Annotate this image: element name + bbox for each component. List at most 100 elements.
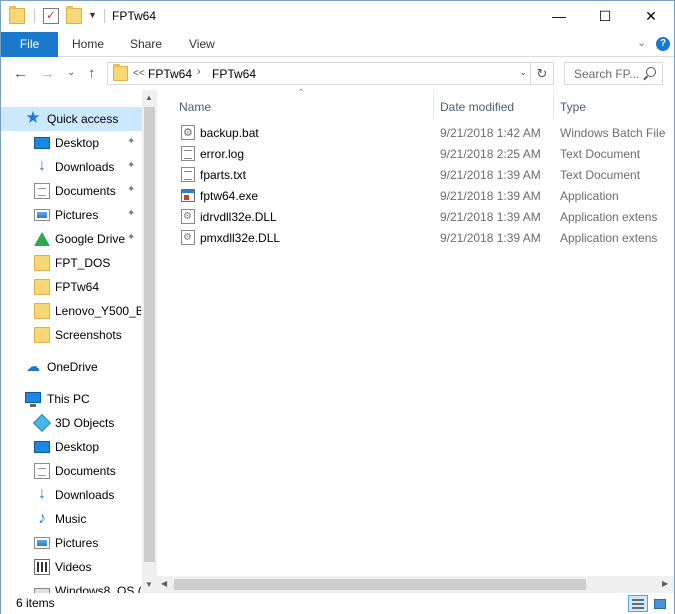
nav-item-music[interactable]: ♪ Music (1, 507, 142, 531)
folder-icon (34, 279, 50, 295)
forward-button[interactable]: → (40, 65, 55, 82)
nav-item-fpt-dos[interactable]: FPT_DOS (1, 251, 142, 275)
nav-label: Downloads (55, 160, 115, 174)
pictures-icon (34, 537, 50, 549)
large-icons-view-button[interactable] (650, 595, 670, 612)
scroll-up-arrow-icon[interactable]: ▲ (145, 93, 153, 102)
customize-toolbar-dropdown[interactable]: ▼ (88, 10, 97, 20)
file-date: 9/21/2018 1:39 AM (440, 231, 541, 245)
properties-icon[interactable] (43, 8, 59, 24)
scrollbar-thumb[interactable] (174, 579, 586, 590)
cloud-icon: ☁ (26, 358, 40, 374)
nav-label: Windows8_OS (C (55, 584, 141, 593)
nav-item-screenshots[interactable]: Screenshots (1, 323, 142, 347)
folder-icon (113, 64, 128, 81)
nav-item-desktop[interactable]: Desktop ✦ (1, 131, 142, 155)
nav-item-pc-desktop[interactable]: Desktop (1, 435, 142, 459)
folder-icon (9, 6, 25, 24)
file-list: ⌃ Name Date modified Type backup.bat 9/2… (157, 88, 674, 593)
recent-locations-dropdown[interactable]: ⌄ (67, 67, 75, 78)
file-row[interactable]: fptw64.exe 9/21/2018 1:39 AM Application (177, 185, 672, 206)
column-header-date-modified[interactable]: Date modified (440, 95, 514, 119)
nav-label: Screenshots (55, 328, 122, 342)
minimize-button[interactable]: — (536, 1, 582, 31)
nav-item-pc-pictures[interactable]: Pictures (1, 531, 142, 555)
file-type: Windows Batch File (560, 126, 666, 140)
chevron-right-icon[interactable]: › (197, 66, 201, 78)
nav-item-pictures[interactable]: Pictures ✦ (1, 203, 142, 227)
tab-view[interactable]: View (189, 32, 215, 57)
nav-onedrive[interactable]: ☁ OneDrive (1, 355, 142, 379)
nav-item-videos[interactable]: Videos (1, 555, 142, 579)
exe-file-icon (181, 189, 195, 202)
column-divider[interactable] (433, 93, 434, 119)
scroll-down-arrow-icon[interactable]: ▼ (145, 580, 153, 589)
nav-item-google-drive[interactable]: Google Drive ✦ (1, 227, 142, 251)
address-overflow[interactable]: << (133, 68, 145, 79)
column-header-name[interactable]: Name (179, 95, 211, 119)
horizontal-scrollbar[interactable]: ◀ ▶ (157, 576, 674, 593)
desktop-icon (34, 137, 50, 149)
scroll-right-arrow-icon[interactable]: ▶ (662, 579, 668, 588)
nav-this-pc[interactable]: This PC (1, 387, 142, 411)
nav-quick-access[interactable]: ★ Quick access (1, 107, 142, 131)
nav-item-windows-drive[interactable]: Windows8_OS (C (1, 579, 142, 593)
nav-item-fptw64[interactable]: FPTw64 (1, 275, 142, 299)
folder-icon (34, 303, 50, 319)
nav-item-pc-documents[interactable]: Documents (1, 459, 142, 483)
search-icon[interactable] (646, 67, 656, 77)
back-button[interactable]: ← (13, 65, 28, 82)
column-divider[interactable] (553, 93, 554, 119)
music-note-icon: ♪ (38, 510, 46, 527)
file-row[interactable]: pmxdll32e.DLL 9/21/2018 1:39 AM Applicat… (177, 227, 672, 248)
file-row[interactable]: idrvdll32e.DLL 9/21/2018 1:39 AM Applica… (177, 206, 672, 227)
column-header-type[interactable]: Type (560, 95, 586, 119)
3d-objects-icon (32, 413, 52, 433)
close-button[interactable]: ✕ (628, 1, 674, 31)
nav-label: FPTw64 (55, 280, 100, 294)
file-type: Text Document (560, 147, 641, 161)
nav-item-downloads[interactable]: ↓ Downloads ✦ (1, 155, 142, 179)
search-input[interactable]: Search FP... (564, 62, 663, 85)
nav-item-pc-downloads[interactable]: ↓ Downloads (1, 483, 142, 507)
file-row[interactable]: backup.bat 9/21/2018 1:42 AM Windows Bat… (177, 122, 672, 143)
file-date: 9/21/2018 1:39 AM (440, 189, 541, 203)
nav-item-lenovo[interactable]: Lenovo_Y500_Bio (1, 299, 142, 323)
nav-label: Quick access (47, 112, 119, 126)
tab-share[interactable]: Share (130, 32, 162, 57)
details-view-button[interactable] (628, 595, 648, 612)
file-row[interactable]: error.log 9/21/2018 2:25 AM Text Documen… (177, 143, 672, 164)
file-date: 9/21/2018 2:25 AM (440, 147, 541, 161)
maximize-button[interactable]: ☐ (582, 1, 628, 31)
nav-label: 3D Objects (55, 416, 115, 430)
video-icon (34, 559, 50, 575)
new-folder-icon[interactable] (66, 6, 82, 24)
help-button[interactable]: ? (656, 37, 670, 51)
pin-icon: ✦ (127, 208, 136, 219)
tab-file[interactable]: File (1, 32, 58, 57)
nav-label: Lenovo_Y500_Bio (55, 304, 141, 318)
file-row[interactable]: fparts.txt 9/21/2018 1:39 AM Text Docume… (177, 164, 672, 185)
scroll-left-arrow-icon[interactable]: ◀ (161, 579, 167, 588)
address-bar[interactable]: << FPTw64 › FPTw64 ⌄ (107, 62, 531, 85)
navigation-pane: ★ Quick access Desktop ✦ ↓ Downloads ✦ D… (1, 90, 157, 593)
nav-label: Music (55, 512, 87, 526)
breadcrumb-segment[interactable]: FPTw64 (212, 67, 256, 81)
nav-item-3d-objects[interactable]: 3D Objects (1, 411, 142, 435)
computer-icon (25, 392, 41, 407)
address-history-dropdown[interactable]: ⌄ (519, 67, 527, 78)
expand-ribbon-button[interactable]: ⌄ (637, 36, 646, 49)
breadcrumb-segment[interactable]: FPTw64 (148, 67, 192, 81)
nav-label: Pictures (55, 536, 99, 550)
nav-label: Videos (55, 560, 92, 574)
nav-item-documents[interactable]: Documents ✦ (1, 179, 142, 203)
tab-home[interactable]: Home (72, 32, 104, 57)
nav-label: Documents (55, 184, 116, 198)
nav-label: Desktop (55, 136, 100, 150)
nav-pane-scrollbar[interactable]: ▲ ▼ (142, 90, 157, 593)
ribbon-tabs: File Home Share View ⌄ ? (1, 32, 674, 57)
scrollbar-thumb[interactable] (144, 107, 155, 562)
refresh-button[interactable]: ↻ (531, 62, 554, 85)
up-button[interactable]: ↑ (88, 65, 96, 82)
file-date: 9/21/2018 1:39 AM (440, 210, 541, 224)
